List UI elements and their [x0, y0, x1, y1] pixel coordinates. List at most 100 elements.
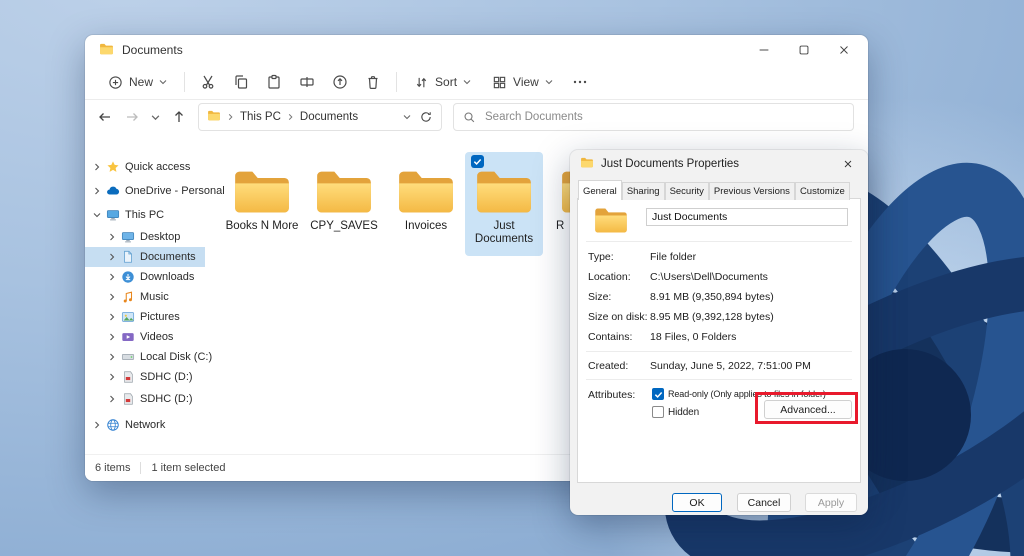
chevron-right-icon[interactable]: [93, 187, 101, 195]
sort-button[interactable]: Sort: [405, 70, 480, 95]
star-icon: [106, 160, 120, 174]
sidebar-item-label: Music: [140, 291, 169, 303]
folder-icon: [397, 169, 455, 215]
selected-count: 1 item selected: [151, 462, 225, 474]
recent-locations-button[interactable]: [151, 114, 160, 121]
disk-drive-icon: [121, 350, 135, 364]
size-label: Size:: [588, 291, 611, 303]
delete-button[interactable]: [358, 68, 388, 96]
cancel-button[interactable]: Cancel: [737, 493, 791, 512]
paste-button[interactable]: [259, 68, 289, 96]
more-options-button[interactable]: [565, 68, 595, 96]
sidebar-item-label: Downloads: [140, 271, 194, 283]
folder-tile-cpy-saves[interactable]: CPY_SAVES: [305, 169, 383, 233]
apply-button[interactable]: Apply: [805, 493, 857, 512]
tab-customize[interactable]: Customize: [795, 182, 850, 200]
tab-sharing[interactable]: Sharing: [622, 182, 665, 200]
sidebar-item-label: Network: [125, 419, 165, 431]
window-title: Documents: [122, 43, 183, 57]
navigation-pane: Quick access OneDrive - Personal This PC…: [85, 135, 205, 455]
folder-tile-books-n-more[interactable]: Books N More: [223, 169, 301, 233]
separator: [586, 379, 852, 380]
chevron-right-icon[interactable]: [108, 313, 116, 321]
separator: [586, 241, 852, 242]
chevron-right-icon[interactable]: [108, 373, 116, 381]
computer-icon: [106, 208, 120, 222]
ok-button[interactable]: OK: [672, 493, 722, 512]
chevron-right-icon[interactable]: [108, 353, 116, 361]
folder-icon: [233, 169, 291, 215]
close-button[interactable]: [824, 35, 864, 65]
sidebar-item-label: This PC: [125, 209, 164, 221]
view-button[interactable]: View: [483, 70, 562, 95]
rename-icon: [299, 74, 315, 90]
share-icon: [332, 74, 348, 90]
folder-name: CPY_SAVES: [305, 220, 383, 233]
copy-icon: [233, 74, 249, 90]
chevron-right-icon[interactable]: [108, 293, 116, 301]
sidebar-item-label: SDHC (D:): [140, 371, 193, 383]
hidden-checkbox[interactable]: [652, 406, 664, 418]
minimize-button[interactable]: [744, 35, 784, 65]
breadcrumb[interactable]: This PC Documents: [198, 103, 442, 131]
properties-dialog: Just Documents Properties General Sharin…: [570, 150, 868, 515]
created-label: Created:: [588, 360, 628, 372]
sort-icon: [414, 75, 429, 90]
sidebar-item-documents[interactable]: Documents: [85, 247, 205, 267]
view-grid-icon: [492, 75, 507, 90]
chevron-right-icon[interactable]: [93, 163, 101, 171]
maximize-button[interactable]: [784, 35, 824, 65]
folder-tile-invoices[interactable]: Invoices: [387, 169, 465, 233]
chevron-right-icon[interactable]: [108, 333, 116, 341]
address-bar: This PC Documents: [85, 99, 868, 135]
explorer-toolbar: New Sort View: [85, 65, 868, 100]
cut-button[interactable]: [193, 68, 223, 96]
chevron-right-icon[interactable]: [108, 253, 116, 261]
read-only-checkbox[interactable]: [652, 388, 664, 400]
tab-general[interactable]: General: [578, 180, 622, 200]
folder-name: Just Documents: [465, 220, 543, 246]
new-button[interactable]: New: [99, 70, 176, 95]
refresh-icon[interactable]: [419, 110, 433, 124]
chevron-right-icon[interactable]: [108, 395, 116, 403]
dialog-titlebar[interactable]: Just Documents Properties: [570, 150, 868, 178]
tab-previous-versions[interactable]: Previous Versions: [709, 182, 795, 200]
dialog-tabs: General Sharing Security Previous Versio…: [578, 180, 850, 200]
chevron-right-icon[interactable]: [108, 273, 116, 281]
size-on-disk-value: 8.95 MB (9,392,128 bytes): [650, 311, 774, 323]
tab-security[interactable]: Security: [665, 182, 709, 200]
chevron-right-icon[interactable]: [108, 233, 116, 241]
explorer-titlebar[interactable]: Documents: [85, 35, 868, 65]
search-input[interactable]: [483, 110, 844, 124]
created-value: Sunday, June 5, 2022, 7:51:00 PM: [650, 360, 811, 372]
ellipsis-icon: [572, 74, 588, 90]
folder-icon: [207, 110, 221, 124]
back-button[interactable]: [97, 109, 113, 125]
rename-button[interactable]: [292, 68, 322, 96]
download-icon: [121, 270, 135, 284]
toolbar-separator: [396, 72, 397, 92]
sd-card-icon: [121, 392, 135, 406]
folder-tile-just-documents-selected[interactable]: Just Documents: [465, 152, 543, 256]
sidebar-item-label: Documents: [140, 251, 196, 263]
sd-card-icon: [121, 370, 135, 384]
network-icon: [106, 418, 120, 432]
copy-button[interactable]: [226, 68, 256, 96]
folder-name-input[interactable]: [646, 208, 848, 226]
sidebar-item-label: SDHC (D:): [140, 393, 193, 405]
up-button[interactable]: [171, 109, 187, 125]
document-icon: [121, 250, 135, 264]
breadcrumb-item-this-pc[interactable]: This PC: [240, 111, 281, 123]
search-box[interactable]: [453, 103, 854, 131]
share-button[interactable]: [325, 68, 355, 96]
sidebar-item-label: Local Disk (C:): [140, 351, 212, 363]
breadcrumb-item-documents[interactable]: Documents: [300, 111, 358, 123]
chevron-right-icon[interactable]: [93, 421, 101, 429]
dialog-close-button[interactable]: [828, 150, 868, 178]
music-note-icon: [121, 290, 135, 304]
forward-button[interactable]: [124, 109, 140, 125]
selection-checkbox[interactable]: [471, 155, 484, 168]
folder-name: Books N More: [223, 220, 301, 233]
chevron-down-icon[interactable]: [93, 211, 101, 219]
chevron-down-icon[interactable]: [403, 114, 411, 120]
